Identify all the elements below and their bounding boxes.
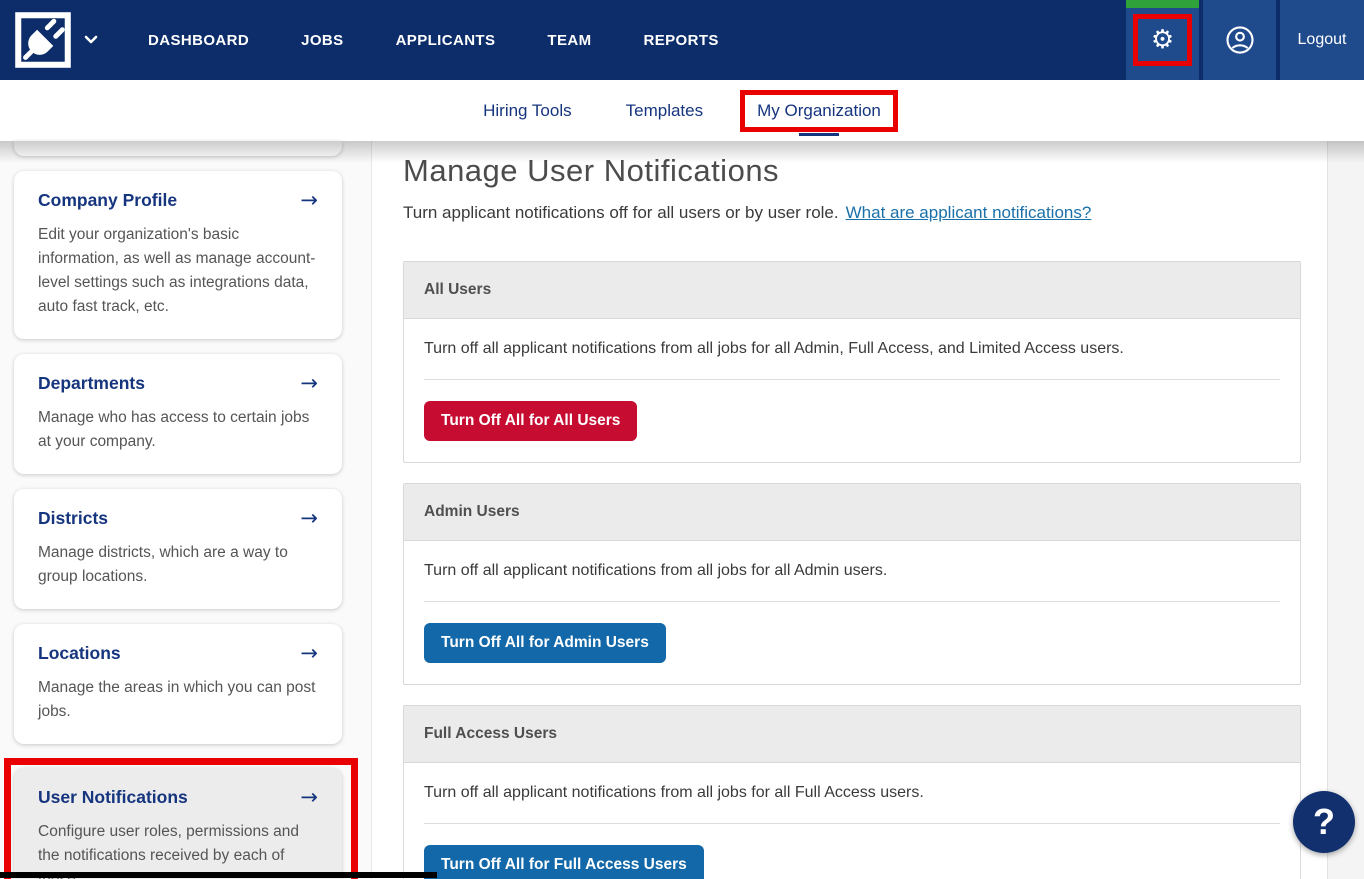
applicant-notifications-help-link[interactable]: What are applicant notifications? <box>846 203 1092 222</box>
bottom-artifact-bar <box>0 872 437 878</box>
chevron-down-icon <box>84 35 98 45</box>
tab-my-organization[interactable]: My Organization <box>757 101 881 120</box>
turn-off-all-for-full-access-users-button[interactable]: Turn Off All for Full Access Users <box>424 845 704 879</box>
panel-all-users: All Users Turn off all applicant notific… <box>403 261 1301 463</box>
question-mark-icon: ? <box>1313 801 1335 843</box>
panel-full-access-users: Full Access Users Turn off all applicant… <box>403 705 1301 879</box>
top-nav: DASHBOARD JOBS APPLICANTS TEAM REPORTS ⚙… <box>0 0 1364 80</box>
arrow-right-icon: → <box>300 508 318 529</box>
active-section-indicator <box>1126 0 1199 8</box>
card-title: Departments <box>38 373 145 394</box>
tab-hiring-tools[interactable]: Hiring Tools <box>483 101 572 121</box>
divider <box>424 601 1280 602</box>
settings-button[interactable]: ⚙ <box>1126 0 1199 80</box>
arrow-right-icon: → <box>300 373 318 394</box>
sidebar-card-locations[interactable]: Locations → Manage the areas in which yo… <box>14 624 342 744</box>
logout-button[interactable]: Logout <box>1280 0 1364 80</box>
gear-icon: ⚙ <box>1151 27 1174 53</box>
nav-dashboard[interactable]: DASHBOARD <box>148 32 249 49</box>
divider <box>424 823 1280 824</box>
card-description: Configure user roles, permissions and th… <box>38 820 318 879</box>
arrow-right-icon: → <box>300 190 318 211</box>
panel-header: Full Access Users <box>404 706 1300 763</box>
scrollbar-track[interactable] <box>1327 141 1364 879</box>
page-subtitle: Turn applicant notifications off for all… <box>403 203 1364 223</box>
card-title: Locations <box>38 643 121 664</box>
nav-team[interactable]: TEAM <box>547 32 591 49</box>
card-title: Company Profile <box>38 190 177 211</box>
plug-logo-icon <box>14 11 72 69</box>
notification-panels: All Users Turn off all applicant notific… <box>403 261 1301 879</box>
content-area: Company Profile → Edit your organization… <box>0 141 1364 879</box>
main-panel: Manage User Notifications Turn applicant… <box>372 141 1364 879</box>
panel-description: Turn off all applicant notifications fro… <box>424 784 1280 802</box>
arrow-right-icon: → <box>300 643 318 664</box>
divider <box>424 379 1280 380</box>
help-button[interactable]: ? <box>1293 791 1355 853</box>
settings-sidebar: Company Profile → Edit your organization… <box>0 141 372 879</box>
card-description: Edit your organization's basic informati… <box>38 223 318 319</box>
person-circle-icon <box>1225 25 1255 55</box>
page-title: Manage User Notifications <box>403 153 1364 189</box>
annotation-box-user-notifications: User Notifications → Configure user role… <box>4 758 358 879</box>
tab-templates[interactable]: Templates <box>626 101 703 121</box>
top-nav-actions: ⚙ Logout <box>1126 0 1364 80</box>
panel-header: All Users <box>404 262 1300 319</box>
subtitle-text: Turn applicant notifications off for all… <box>403 203 839 222</box>
account-switcher-caret[interactable] <box>84 35 98 45</box>
sidebar-card-districts[interactable]: Districts → Manage districts, which are … <box>14 489 342 609</box>
sidebar-card-departments[interactable]: Departments → Manage who has access to c… <box>14 354 342 474</box>
annotation-box-my-organization: My Organization <box>740 90 898 132</box>
turn-off-all-for-admin-users-button[interactable]: Turn Off All for Admin Users <box>424 623 666 663</box>
panel-body: Turn off all applicant notifications fro… <box>404 319 1300 462</box>
nav-reports[interactable]: REPORTS <box>644 32 719 49</box>
panel-description: Turn off all applicant notifications fro… <box>424 340 1280 358</box>
sidebar-card-company-profile[interactable]: Company Profile → Edit your organization… <box>14 171 342 339</box>
primary-nav: DASHBOARD JOBS APPLICANTS TEAM REPORTS <box>148 32 719 49</box>
nav-jobs[interactable]: JOBS <box>301 32 343 49</box>
card-title: User Notifications <box>38 787 188 808</box>
panel-admin-users: Admin Users Turn off all applicant notif… <box>403 483 1301 685</box>
account-button[interactable] <box>1203 0 1276 80</box>
sidebar-card-user-notifications[interactable]: User Notifications → Configure user role… <box>14 768 342 879</box>
card-description: Manage districts, which are a way to gro… <box>38 541 318 589</box>
panel-body: Turn off all applicant notifications fro… <box>404 541 1300 684</box>
app-window: DASHBOARD JOBS APPLICANTS TEAM REPORTS ⚙… <box>0 0 1364 879</box>
panel-body: Turn off all applicant notifications fro… <box>404 763 1300 879</box>
settings-sub-nav: Hiring Tools Templates My Organization <box>0 80 1364 141</box>
turn-off-all-for-all-users-button[interactable]: Turn Off All for All Users <box>424 401 637 441</box>
nav-applicants[interactable]: APPLICANTS <box>396 32 496 49</box>
panel-description: Turn off all applicant notifications fro… <box>424 562 1280 580</box>
active-tab-underline <box>799 133 839 136</box>
sidebar-card-partial[interactable] <box>14 141 342 156</box>
app-logo[interactable] <box>14 11 72 69</box>
card-description: Manage the areas in which you can post j… <box>38 676 318 724</box>
panel-header: Admin Users <box>404 484 1300 541</box>
arrow-right-icon: → <box>300 787 318 808</box>
card-title: Districts <box>38 508 108 529</box>
card-description: Manage who has access to certain jobs at… <box>38 406 318 454</box>
